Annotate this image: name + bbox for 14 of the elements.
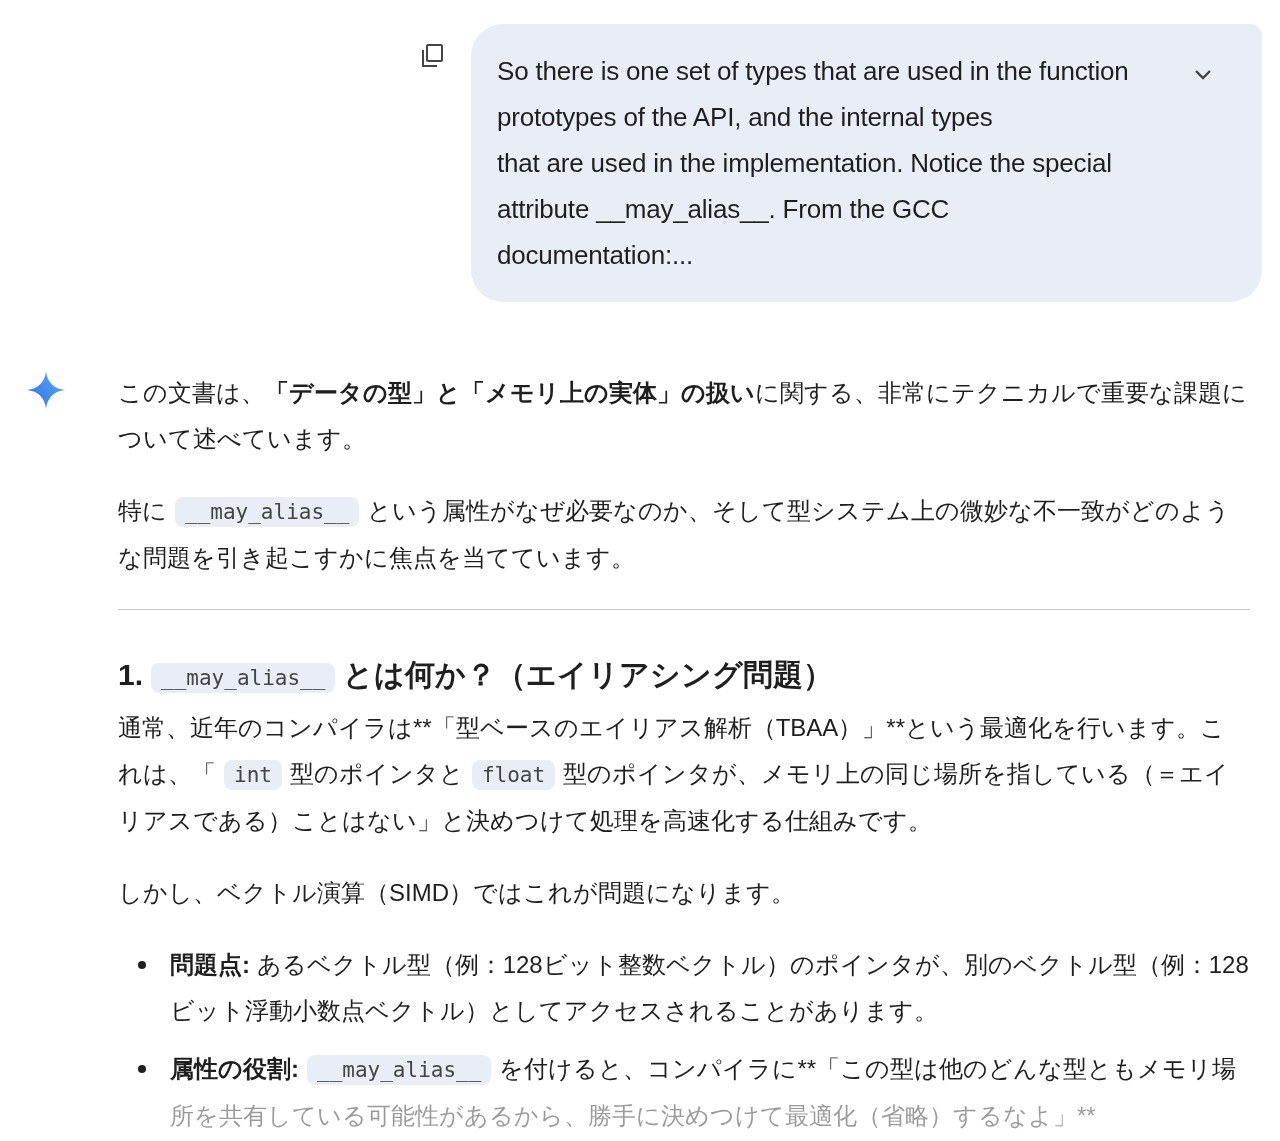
section-heading: 1. __may_alias__ とは何か？（エイリアシング問題） [118, 657, 835, 695]
paragraph: この文書は、「データの型」と「メモリ上の実体」の扱いに関する、非常にテクニカルで重要な課題について述べています。 [118, 378, 1248, 454]
bullet-icon [138, 961, 146, 969]
copy-icon [421, 44, 443, 68]
paragraph: しかし、ベクトル演算（SIMD）ではこれが問題になります。 [118, 878, 796, 908]
bullet-text: 問題点: あるベクトル型（例：128ビット整数ベクトル）のポインタが、別のベクトル型（例：128ビット浮動小数点ベクトル）としてアクセスされることがあります。 [170, 950, 1250, 1026]
bullet-icon [138, 1065, 146, 1073]
chevron-icon [1194, 69, 1212, 81]
paragraph: 特に __may_alias__ という属性がなぜ必要なのか、そして型システム上の微妙な不一致がどのような問題を引き起こすかに焦点を当てています。 [118, 496, 1232, 573]
bullet-text: 属性の役割: __may_alias__ を付けると、コンパイラに**「この型は他のどんな型ともメモリ場所を共有している可能性があるから、勝手に決めつけて最適化（省略）するなよ」** [170, 1054, 1238, 1131]
paragraph: 通常、近年のコンパイラは**「型ベースのエイリアス解析（TBAA）」**という最適化を行います。これは、「 int 型のポインタと float 型のポインタが、メモリ上の同じ場所を指している（＝エイリアスである）ことはない」と決めつけて処理を高速化する仕組みです。 [118, 713, 1231, 836]
user-message-text: So there is one set of types that are used in the function prototypes of the API, and the internal types that are used in the implementation. Notice the special attribute __may_alias__. From the GCC documentation:... [497, 55, 1129, 272]
copy-button[interactable] [419, 42, 445, 70]
sparkle-icon [26, 370, 66, 410]
